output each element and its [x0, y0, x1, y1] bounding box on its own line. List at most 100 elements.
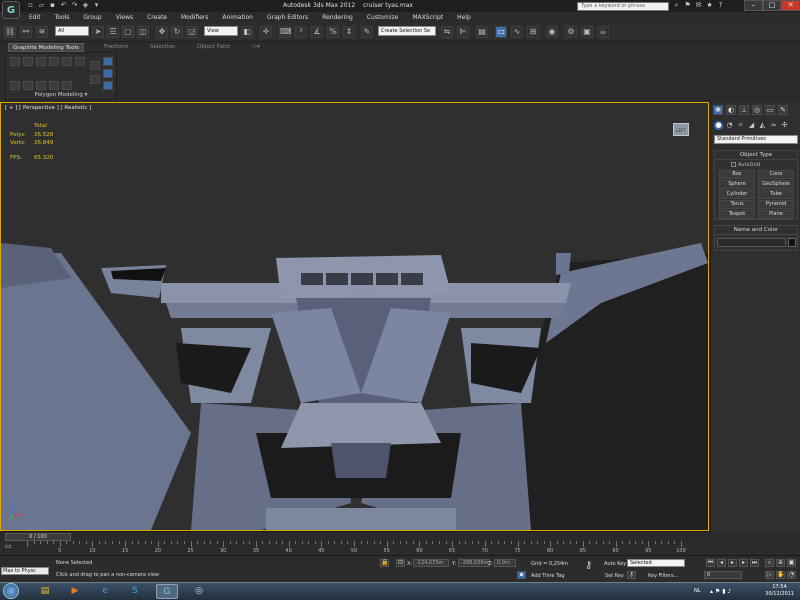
ribbon-options-icon[interactable]: ▭▾: [248, 43, 264, 52]
rotate-icon[interactable]: ↻: [171, 26, 183, 38]
panel-pin-icon[interactable]: [103, 69, 113, 78]
menu-modifiers[interactable]: Modifiers: [174, 12, 215, 23]
angle-snap-icon[interactable]: ∡: [311, 26, 323, 38]
search-input[interactable]: Type a keyword or phrase: [577, 2, 669, 11]
viewcube[interactable]: LEFT: [673, 123, 689, 136]
modify-tab-icon[interactable]: ◐: [726, 105, 736, 115]
zoom-icon[interactable]: ⌕: [765, 559, 774, 567]
menu-customize[interactable]: Customize: [360, 12, 406, 23]
new-file-icon[interactable]: ▫: [26, 1, 35, 10]
x-coordinate-field[interactable]: -124,073m: [413, 559, 449, 567]
menu-graph-editors[interactable]: Graph Editors: [260, 12, 315, 23]
zoom-all-icon[interactable]: ⊕: [776, 559, 785, 567]
pyramid-button[interactable]: Pyramid: [758, 200, 794, 209]
minimize-button[interactable]: –: [744, 0, 763, 11]
utilities-tab-icon[interactable]: ✎: [778, 105, 788, 115]
absolute-mode-icon[interactable]: ⊡: [396, 559, 405, 567]
menu-maxscript[interactable]: MAXScript: [405, 12, 450, 23]
object-name-input[interactable]: [717, 238, 786, 247]
material-editor-icon[interactable]: ◉: [546, 26, 558, 38]
menu-rendering[interactable]: Rendering: [315, 12, 360, 23]
previous-frame-icon[interactable]: ◂: [717, 559, 726, 567]
align-icon[interactable]: ⊫: [457, 26, 469, 38]
next-frame-icon[interactable]: ▸: [739, 559, 748, 567]
rendered-frame-icon[interactable]: ▣: [581, 26, 593, 38]
plane-button[interactable]: Plane: [758, 210, 794, 219]
key-mode-dropdown[interactable]: Selected: [627, 559, 685, 567]
percent-snap-icon[interactable]: %: [327, 26, 339, 38]
schematic-view-icon[interactable]: ⊞: [527, 26, 539, 38]
save-icon[interactable]: ▪: [48, 1, 57, 10]
render-setup-icon[interactable]: ⚙: [565, 26, 577, 38]
play-icon[interactable]: ▸: [728, 559, 737, 567]
maximize-button[interactable]: □: [762, 0, 782, 11]
key-icon[interactable]: ⚷: [585, 560, 592, 571]
rectangular-selection-icon[interactable]: ▢: [122, 26, 134, 38]
auto-key-button[interactable]: Auto Key: [604, 561, 626, 567]
media-player-icon[interactable]: ▶: [64, 584, 86, 599]
go-to-end-icon[interactable]: ⏭: [750, 559, 759, 567]
favorites-icon[interactable]: ★: [705, 1, 714, 10]
name-and-color-title[interactable]: Name and Color: [715, 226, 797, 235]
maxscript-listener-input[interactable]: Max to Physc: [1, 567, 49, 575]
primitives-dropdown[interactable]: Standard Primitives: [714, 135, 798, 144]
motion-tab-icon[interactable]: ◎: [752, 105, 762, 115]
torus-button[interactable]: Torus: [719, 200, 755, 209]
trackbar[interactable]: ▭ 5 10 15 20 25 30 35 40 45 50 55 60 65 70 75 80 85 90 95 1…: [0, 541, 710, 555]
move-icon[interactable]: ✥: [156, 26, 168, 38]
menu-views[interactable]: Views: [109, 12, 140, 23]
hold-icon[interactable]: ◈: [81, 1, 90, 10]
modeling-tool-icon[interactable]: [10, 57, 20, 66]
perspective-viewport[interactable]: [ + ] [ Perspective ] [ Realistic ] Tota…: [0, 102, 709, 531]
pan-view-icon[interactable]: ✋: [776, 571, 785, 579]
time-slider-thumb[interactable]: 0 / 100: [5, 533, 71, 541]
systems-category-icon[interactable]: ✣: [780, 121, 789, 130]
tube-button[interactable]: Tube: [758, 190, 794, 199]
add-time-tag-button[interactable]: Add Time Tag: [531, 573, 565, 579]
link-icon[interactable]: ⛓: [4, 26, 16, 38]
box-button[interactable]: Box: [719, 170, 755, 179]
menu-tools[interactable]: Tools: [48, 12, 77, 23]
key-icon[interactable]: ⚷: [627, 571, 636, 579]
modeling-tool-icon[interactable]: [36, 57, 46, 66]
named-selection-dropdown[interactable]: Create Selection Se: [378, 26, 436, 36]
reference-coordinate-dropdown[interactable]: View: [204, 26, 238, 36]
subscription-icon[interactable]: ⚑: [683, 1, 692, 10]
panel-side-icon[interactable]: [90, 61, 100, 70]
dropdown-arrow-icon[interactable]: ▾: [92, 1, 101, 10]
go-to-start-icon[interactable]: ⏮: [706, 559, 715, 567]
explorer-icon[interactable]: ▤: [34, 584, 56, 599]
shapes-category-icon[interactable]: ◔: [725, 121, 734, 130]
scale-icon[interactable]: ◲: [186, 26, 198, 38]
app-taskbar-icon[interactable]: ◎: [188, 584, 210, 599]
polygon-modeling-label[interactable]: Polygon Modeling ▾: [6, 92, 116, 98]
search-icon[interactable]: ⌕: [672, 1, 681, 10]
menu-help[interactable]: Help: [450, 12, 478, 23]
current-frame-field[interactable]: 0: [704, 571, 742, 579]
skype-icon[interactable]: S: [124, 584, 146, 599]
tray-icons[interactable]: ▴ ⚑ ▮ ♪: [710, 588, 731, 595]
unlink-icon[interactable]: ⚯: [20, 26, 32, 38]
redo-icon[interactable]: ↷: [70, 1, 79, 10]
edit-named-selection-icon[interactable]: ✎: [361, 26, 373, 38]
orbit-icon[interactable]: ◔: [787, 571, 796, 579]
object-color-swatch[interactable]: [788, 238, 796, 247]
spacewarps-category-icon[interactable]: ≈: [769, 121, 778, 130]
time-tag-icon[interactable]: ▪: [517, 571, 526, 579]
teapot-button[interactable]: Teapot: [719, 210, 755, 219]
panel-side-icon[interactable]: [90, 75, 100, 84]
autogrid-checkbox[interactable]: AutoGrid: [731, 162, 760, 168]
mini-curve-editor-icon[interactable]: ▭: [5, 542, 14, 550]
display-tab-icon[interactable]: ▭: [765, 105, 775, 115]
snaps-toggle-icon[interactable]: ³: [295, 26, 307, 38]
field-of-view-icon[interactable]: ▷: [765, 571, 774, 579]
bind-spacewarp-icon[interactable]: ≋: [36, 26, 48, 38]
language-indicator[interactable]: NL: [694, 588, 701, 594]
zoom-extents-icon[interactable]: ▣: [787, 559, 796, 567]
keyboard-shortcut-icon[interactable]: ⌨: [279, 26, 292, 38]
element-mode-icon[interactable]: [62, 81, 72, 90]
communication-icon[interactable]: ✉: [694, 1, 703, 10]
time-slider[interactable]: 0 / 100: [0, 531, 710, 541]
border-mode-icon[interactable]: [36, 81, 46, 90]
spinner-snap-icon[interactable]: ⇕: [343, 26, 355, 38]
